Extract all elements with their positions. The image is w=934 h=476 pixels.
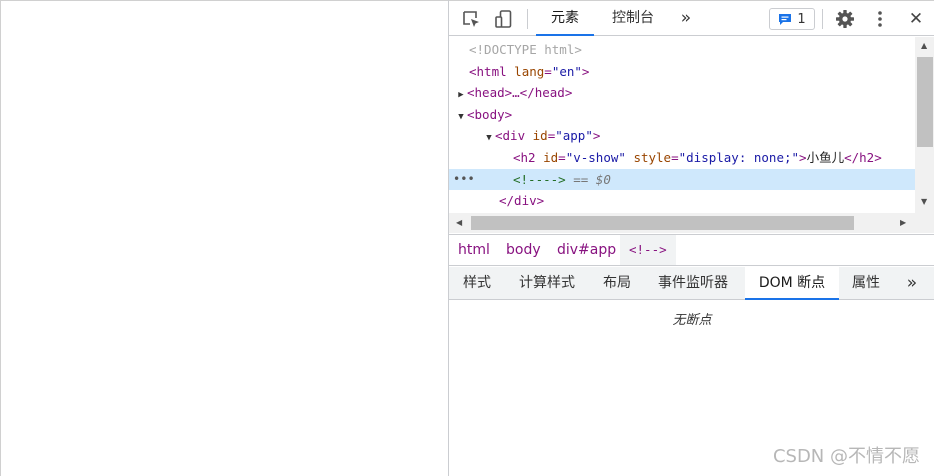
tag-text: <html	[469, 63, 507, 79]
tree-node-head[interactable]: ▶ <head>…</head>	[449, 82, 915, 104]
more-sidebar-tabs-icon[interactable]: »	[901, 267, 923, 299]
attribute-value: "display: none;"	[678, 150, 800, 165]
tag-text: </div>	[499, 193, 545, 209]
device-toolbar-icon[interactable]	[492, 7, 516, 31]
tree-horizontal-scrollbar[interactable]: ◀ ▶	[449, 213, 934, 233]
tab-console[interactable]: 控制台	[601, 1, 665, 36]
doctype-text: <!DOCTYPE html>	[469, 42, 582, 57]
tree-node-html[interactable]: <html lang="en">	[449, 61, 915, 83]
elements-tree: <!DOCTYPE html> <html lang="en"> ▶ <head>…	[449, 37, 915, 213]
tag-text: <body>	[467, 106, 513, 122]
attribute-name: id	[532, 128, 548, 144]
scroll-left-icon[interactable]: ◀	[456, 218, 462, 227]
tree-node-comment-selected[interactable]: ••• <!----> == $0	[449, 168, 915, 191]
attribute-value: "en"	[551, 63, 582, 79]
console-ref-text: == $0	[573, 171, 611, 187]
scroll-right-icon[interactable]: ▶	[900, 218, 906, 227]
issues-button[interactable]: 1	[769, 8, 815, 30]
devtools-panel: 元素 控制台 » 1 ✕ <!DOCTYPE html> <html lang=…	[448, 0, 934, 476]
message-icon	[779, 13, 792, 25]
vertical-scroll-thumb[interactable]	[917, 57, 933, 147]
tab-computed[interactable]: 计算样式	[507, 267, 587, 299]
tree-node-body[interactable]: ▼ <body>	[449, 104, 915, 126]
horizontal-scroll-thumb[interactable]	[471, 216, 854, 230]
breadcrumb-body[interactable]: body	[497, 235, 550, 265]
gear-icon[interactable]	[833, 7, 857, 31]
no-breakpoints-text: 无断点	[672, 313, 712, 328]
breadcrumb-comment[interactable]: <!-->	[620, 235, 676, 265]
more-tabs-icon[interactable]: »	[675, 1, 697, 36]
breadcrumb-html[interactable]: html	[449, 235, 499, 265]
breadcrumb-div-app[interactable]: div#app	[548, 235, 625, 265]
devtools-toolbar: 元素 控制台 » 1 ✕	[449, 0, 934, 36]
watermark-text: CSDN @不情不愿	[772, 446, 920, 467]
page-viewport	[0, 0, 448, 476]
inspect-element-icon[interactable]	[459, 7, 483, 31]
tag-text: <head>…</head>	[467, 85, 573, 101]
tree-node-doctype[interactable]: <!DOCTYPE html>	[449, 39, 915, 61]
tree-node-h2[interactable]: <h2 id="v-show" style="display: none;">小…	[449, 147, 915, 169]
comment-text: <!---->	[513, 171, 566, 187]
tab-properties[interactable]: 属性	[843, 267, 889, 299]
attribute-value: "v-show"	[565, 150, 626, 165]
node-actions-icon[interactable]: •••	[453, 169, 475, 191]
issues-count: 1	[797, 11, 806, 27]
breadcrumb: html body div#app <!-->	[449, 234, 934, 266]
node-text: 小鱼儿	[806, 150, 845, 165]
sidebar-tabs: 样式 计算样式 布局 事件监听器 DOM 断点 属性 »	[449, 267, 934, 300]
tag-text: <div	[495, 128, 526, 144]
attribute-name: id	[543, 150, 559, 165]
toolbar-divider-2	[822, 9, 823, 29]
tag-text: <h2	[513, 150, 536, 165]
toolbar-divider	[527, 9, 528, 29]
attribute-name: lang	[514, 63, 545, 79]
scroll-up-icon[interactable]: ▲	[921, 41, 927, 50]
tab-elements[interactable]: 元素	[536, 1, 594, 36]
tree-node-div-app[interactable]: ▼ <div id="app">	[449, 125, 915, 147]
tab-event-listeners[interactable]: 事件监听器	[647, 267, 739, 299]
close-icon[interactable]: ✕	[904, 7, 928, 31]
attribute-name: style	[633, 150, 672, 165]
more-options-icon[interactable]	[868, 7, 892, 31]
scroll-down-icon[interactable]: ▼	[921, 197, 927, 206]
tag-text: </h2>	[844, 150, 882, 165]
tree-node-div-close[interactable]: </div>	[449, 190, 915, 212]
tab-dom-breakpoints[interactable]: DOM 断点	[745, 267, 839, 300]
tab-layout[interactable]: 布局	[592, 267, 642, 299]
tab-styles[interactable]: 样式	[452, 267, 502, 299]
tree-vertical-scrollbar[interactable]: ▲ ▼	[915, 37, 934, 213]
attribute-value: "app"	[555, 128, 593, 144]
